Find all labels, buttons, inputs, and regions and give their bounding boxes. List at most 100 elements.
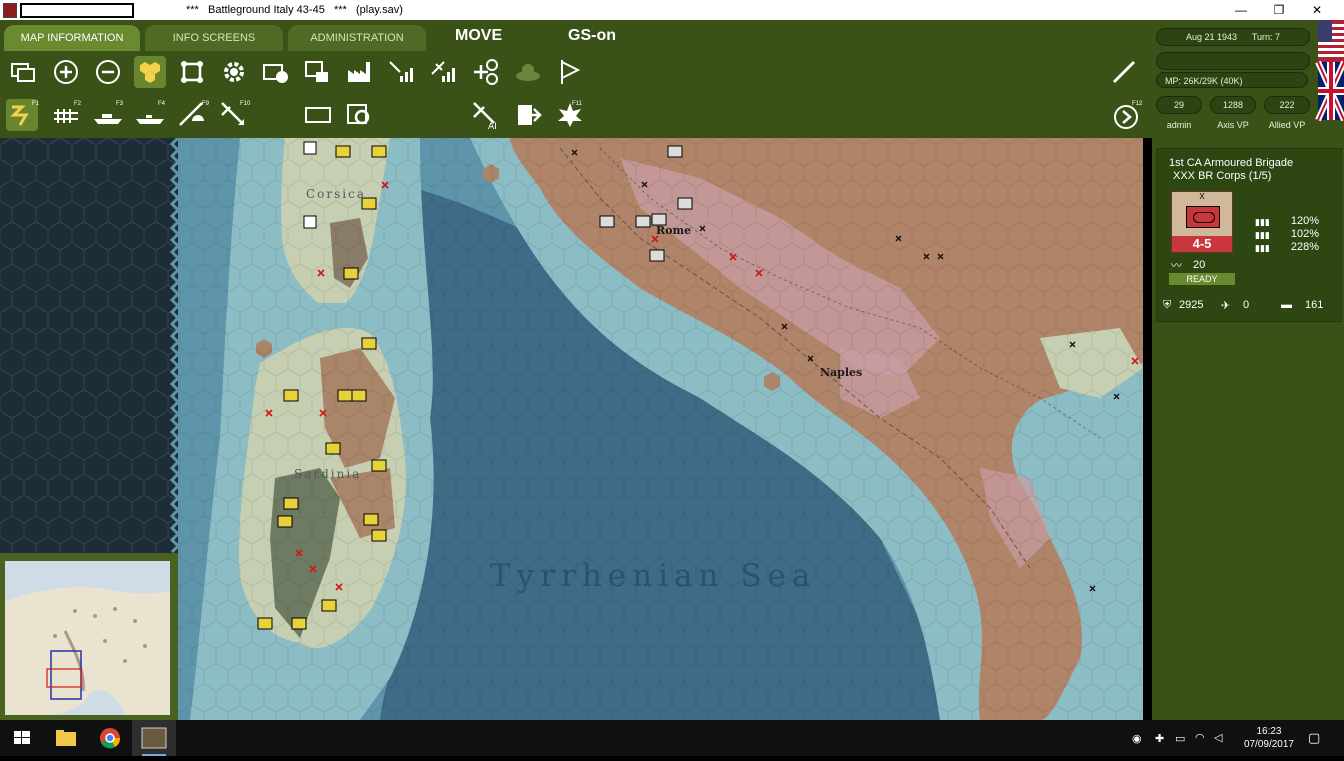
steam-icon[interactable]: ◉ bbox=[1132, 732, 1142, 745]
label-tyrrhenian-sea: Tyrrhenian Sea bbox=[490, 558, 816, 594]
plane-icon: ✈ bbox=[1221, 300, 1231, 312]
security-icon[interactable]: ✚ bbox=[1155, 732, 1164, 745]
unit-corps: XXX BR Corps (1/5) bbox=[1173, 170, 1272, 182]
unit-pct-3: 228% bbox=[1290, 241, 1319, 253]
ai-move-icon[interactable]: AI bbox=[470, 99, 502, 132]
file-explorer-icon[interactable] bbox=[44, 720, 88, 756]
paradrop-icon[interactable]: F9 bbox=[176, 99, 210, 131]
axis-vp-label: Axis VP bbox=[1217, 120, 1249, 130]
volume-icon[interactable]: ◁ bbox=[1214, 731, 1222, 744]
window-title: *** Battleground Italy 43-45 *** (play.s… bbox=[186, 4, 403, 16]
label-sardinia: Sardinia bbox=[294, 467, 361, 481]
f12-label: F12 bbox=[1132, 101, 1143, 107]
unit-size-mark: X bbox=[1199, 192, 1205, 201]
target-icon[interactable] bbox=[470, 56, 502, 88]
message-display bbox=[1156, 52, 1310, 70]
f2-label: F2 bbox=[74, 101, 82, 107]
hex-grid-icon[interactable] bbox=[134, 56, 166, 88]
zoom-in-icon[interactable] bbox=[50, 56, 82, 88]
f9-label: F9 bbox=[202, 101, 210, 107]
air-signal-icon[interactable] bbox=[428, 56, 460, 88]
ground-move-icon[interactable]: F1 bbox=[6, 99, 40, 131]
amphibious-move-icon[interactable]: F4 bbox=[134, 99, 166, 131]
attack-icon[interactable]: F11 bbox=[554, 99, 586, 131]
clock-date: 07/09/2017 bbox=[1243, 739, 1294, 750]
next-unit-icon[interactable] bbox=[512, 99, 544, 131]
unit-pct-2: 102% bbox=[1290, 228, 1319, 240]
frame-icon[interactable] bbox=[176, 56, 208, 88]
taskbar: ◉ ✚ ▭ ◠ ◁ 16:23 07/09/2017 ▢ bbox=[0, 720, 1344, 756]
flag-icon[interactable] bbox=[554, 56, 586, 88]
f4-label: F4 bbox=[158, 101, 166, 107]
nation-flags[interactable] bbox=[1314, 20, 1344, 140]
f1-label: F1 bbox=[32, 101, 40, 107]
minimize-button[interactable]: — bbox=[1226, 1, 1256, 19]
date-value: Aug 21 1943 bbox=[1185, 32, 1237, 42]
f10-label: F10 bbox=[240, 101, 251, 107]
admin-value: 29 bbox=[1156, 96, 1202, 114]
chrome-icon[interactable] bbox=[88, 720, 132, 756]
zoom-out-icon[interactable] bbox=[92, 56, 124, 88]
toolbar-row2: F1 F2 F3 F4 F9 F10 AI F11 F12 bbox=[0, 99, 1152, 137]
windows-start-icon[interactable] bbox=[0, 720, 44, 756]
gear-icon[interactable] bbox=[218, 56, 250, 88]
weather-icon[interactable] bbox=[512, 56, 544, 88]
pencil-icon[interactable] bbox=[1108, 56, 1140, 88]
equipment-icon: ▮▮▮ bbox=[1255, 230, 1270, 240]
taskbar-clock[interactable]: 16:23 07/09/2017 bbox=[1244, 725, 1294, 751]
turn-value: Turn: 7 bbox=[1251, 32, 1281, 42]
app-icon bbox=[3, 3, 17, 18]
hex-map[interactable]: Corsica Sardinia Rome Naples Tyrrhenian … bbox=[0, 138, 1143, 720]
date-turn-display: Aug 21 1943 Turn: 7 bbox=[1156, 28, 1310, 46]
clock-time: 16:23 bbox=[1256, 726, 1282, 737]
mode-move-label[interactable]: MOVE bbox=[455, 27, 502, 45]
tank-icon: ▬ bbox=[1281, 299, 1292, 311]
f3-label: F3 bbox=[116, 101, 124, 107]
label-corsica: Corsica bbox=[306, 187, 366, 201]
wifi-icon[interactable]: ◠ bbox=[1195, 731, 1205, 744]
industry-icon[interactable] bbox=[344, 56, 376, 88]
men-icon: ▮▮▮ bbox=[1255, 217, 1270, 227]
unit-strength: 4-5 bbox=[1172, 236, 1232, 252]
minimap[interactable] bbox=[0, 553, 178, 720]
label-naples: Naples bbox=[820, 366, 862, 379]
restore-button[interactable]: ❐ bbox=[1264, 1, 1294, 19]
tab-administration[interactable]: ADMINISTRATION bbox=[288, 25, 426, 51]
air-strike-icon[interactable]: F10 bbox=[218, 99, 250, 131]
close-button[interactable]: ✕ bbox=[1302, 1, 1332, 19]
supply-icon: ▮▮▮ bbox=[1255, 243, 1270, 253]
top-interface: MAP INFORMATION INFO SCREENS ADMINISTRAT… bbox=[0, 20, 1152, 138]
game-taskbar-icon[interactable] bbox=[132, 720, 176, 756]
f11-label: F11 bbox=[572, 101, 582, 107]
unit-info-card: 1st CA Armoured Brigade XXX BR Corps (1/… bbox=[1156, 148, 1342, 322]
unit-status: READY bbox=[1169, 273, 1235, 285]
tab-info-screens[interactable]: INFO SCREENS bbox=[145, 25, 283, 51]
redacted-box bbox=[20, 3, 134, 18]
toolbar-row1 bbox=[0, 56, 1152, 94]
men-count-icon: ⛨ bbox=[1163, 299, 1172, 311]
unit-moves: 20 bbox=[1193, 259, 1206, 271]
tray-window-icon[interactable]: ▭ bbox=[1175, 732, 1185, 745]
counter-stack-icon[interactable] bbox=[302, 56, 334, 88]
supply-signal-icon[interactable] bbox=[386, 56, 418, 88]
end-turn-icon[interactable]: F12 bbox=[1110, 99, 1142, 131]
admin-label: admin bbox=[1166, 120, 1192, 130]
allied-vp-value: 222 bbox=[1264, 96, 1310, 114]
mode-gs-label[interactable]: GS-on bbox=[568, 27, 616, 45]
rectangle-select-icon[interactable] bbox=[302, 99, 334, 131]
minimap-view[interactable] bbox=[5, 561, 170, 715]
tab-map-information[interactable]: MAP INFORMATION bbox=[4, 25, 140, 51]
rail-move-icon[interactable]: F2 bbox=[50, 99, 82, 131]
layers-icon[interactable] bbox=[8, 56, 40, 88]
naval-move-icon[interactable]: F3 bbox=[92, 99, 124, 131]
svg-text:AI: AI bbox=[488, 122, 497, 131]
unit-pct-1: 120% bbox=[1290, 215, 1319, 227]
unit-name-block: 1st CA Armoured Brigade XXX BR Corps (1/… bbox=[1169, 157, 1293, 183]
unit-counter[interactable]: X 4-5 bbox=[1171, 191, 1233, 253]
unit-toggle-icon[interactable] bbox=[260, 56, 292, 88]
notification-icon[interactable]: ▢ bbox=[1308, 730, 1320, 746]
axis-vp-value: 1288 bbox=[1210, 96, 1256, 114]
unit-name: 1st CA Armoured Brigade bbox=[1169, 157, 1294, 169]
label-rome: Rome bbox=[656, 224, 691, 237]
zoom-select-icon[interactable] bbox=[344, 99, 376, 131]
